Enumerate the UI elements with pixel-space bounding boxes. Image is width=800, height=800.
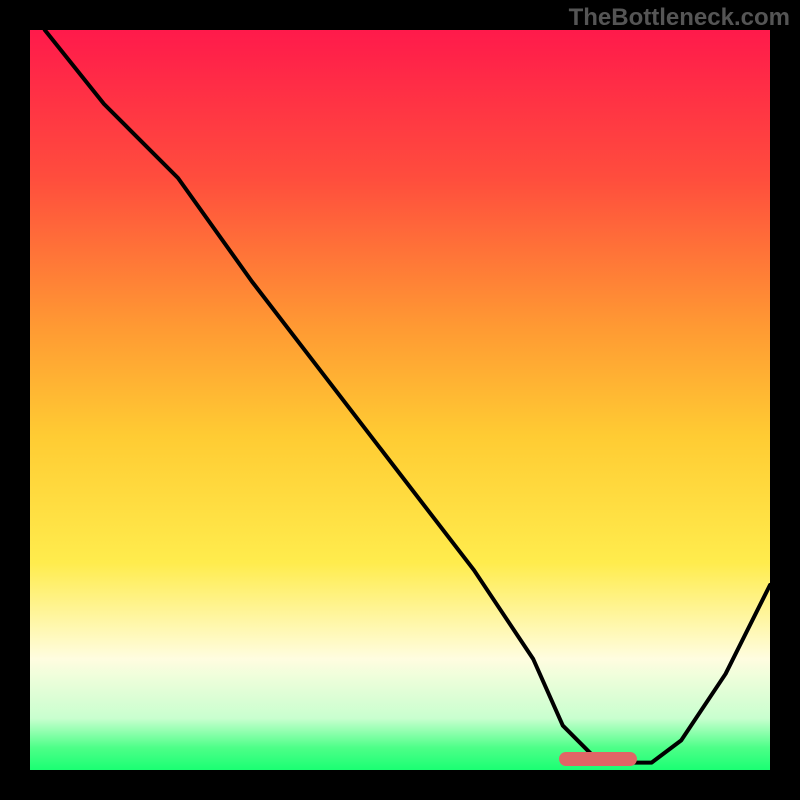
- optimum-marker: [559, 752, 637, 766]
- bottleneck-curve: [45, 30, 770, 763]
- chart-container: TheBottleneck.com: [0, 0, 800, 800]
- plot-area: [30, 30, 770, 770]
- curve-layer: [30, 30, 770, 770]
- watermark-text: TheBottleneck.com: [569, 4, 790, 32]
